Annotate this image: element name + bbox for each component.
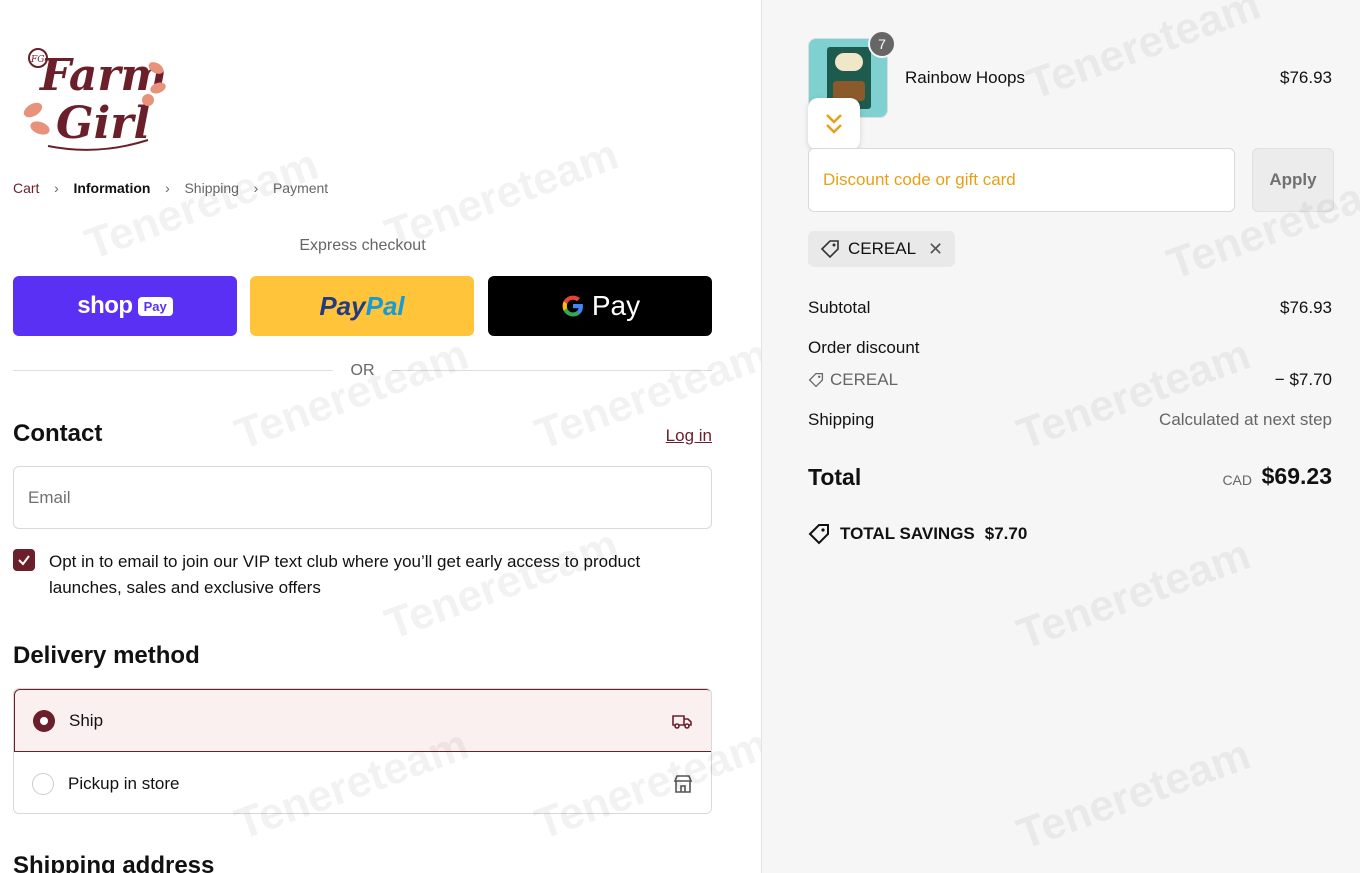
savings-tag-icon bbox=[808, 524, 829, 545]
double-chevron-down-icon bbox=[826, 114, 842, 134]
shop-pay-button[interactable]: shop Pay bbox=[13, 276, 237, 336]
contact-heading: Contact bbox=[13, 420, 103, 447]
watermark: Tenereteam bbox=[1010, 529, 1257, 660]
delivery-method-heading: Delivery method bbox=[13, 642, 200, 669]
product-name: Rainbow Hoops bbox=[905, 68, 1026, 87]
checkout-main: FG Farm Girl Cart › Information › Shippi… bbox=[0, 0, 775, 873]
shipping-label: Shipping bbox=[808, 410, 875, 429]
watermark: Tenereteam bbox=[1020, 0, 1267, 110]
checkmark-icon bbox=[18, 555, 30, 566]
delivery-option-pickup[interactable]: Pickup in store bbox=[14, 752, 711, 813]
breadcrumb-payment: Payment bbox=[272, 180, 329, 196]
shop-pay-badge: Pay bbox=[137, 296, 173, 316]
express-checkout-title: Express checkout bbox=[299, 237, 426, 254]
tag-icon bbox=[808, 372, 824, 388]
savings-label: TOTAL SAVINGS bbox=[840, 524, 975, 543]
currency-label: CAD bbox=[1222, 472, 1252, 488]
chevron-right-icon: › bbox=[54, 180, 59, 196]
farm-girl-logo-graphic: FG Farm Girl bbox=[23, 48, 167, 151]
order-summary: 7 Rainbow Hoops $76.93 Apply CEREAL ✕ Su… bbox=[761, 0, 1360, 873]
email-field[interactable] bbox=[13, 466, 712, 529]
total-savings: TOTAL SAVINGS $7.70 bbox=[808, 523, 1027, 545]
tag-icon bbox=[820, 240, 839, 259]
or-divider: OR bbox=[13, 360, 712, 382]
paypal-word-pal: Pal bbox=[365, 290, 405, 321]
quantity-badge: 7 bbox=[868, 30, 896, 58]
shop-pay-wordmark: shop bbox=[77, 292, 133, 319]
delivery-option-label: Ship bbox=[69, 710, 104, 730]
breadcrumb-information: Information bbox=[73, 180, 151, 196]
email-input[interactable] bbox=[14, 467, 711, 528]
shipping-value: Calculated at next step bbox=[1159, 410, 1332, 429]
breadcrumb-cart[interactable]: Cart bbox=[13, 180, 39, 196]
delivery-method-options: Ship Pickup in store bbox=[13, 688, 712, 814]
google-pay-button[interactable]: Pay bbox=[488, 276, 712, 336]
breadcrumb-shipping: Shipping bbox=[184, 180, 239, 196]
logo-text-farm: Farm bbox=[38, 50, 167, 101]
breadcrumb: Cart › Information › Shipping › Payment bbox=[13, 180, 328, 196]
or-label: OR bbox=[350, 362, 375, 379]
logo-text-girl: Girl bbox=[56, 98, 150, 149]
shipping-address-heading: Shipping address bbox=[13, 852, 215, 873]
radio-unselected[interactable] bbox=[32, 772, 54, 795]
discount-code-input[interactable] bbox=[809, 149, 1234, 211]
scroll-down-button[interactable] bbox=[808, 98, 860, 150]
watermark: Tenereteam bbox=[1010, 729, 1257, 860]
delivery-option-ship[interactable]: Ship bbox=[14, 689, 711, 752]
paypal-button[interactable]: PayPal bbox=[250, 276, 474, 336]
discount-code-label: CEREAL bbox=[830, 370, 899, 389]
product-price: $76.93 bbox=[1280, 68, 1332, 87]
store-icon bbox=[673, 774, 693, 793]
paypal-word-pay: Pay bbox=[319, 290, 366, 321]
truck-icon bbox=[672, 714, 692, 729]
brand-logo[interactable]: FG Farm Girl bbox=[18, 28, 168, 158]
paypal-wordmark: PayPal bbox=[319, 291, 404, 322]
chevron-right-icon: › bbox=[253, 180, 259, 196]
total-label: Total bbox=[808, 464, 862, 490]
delivery-option-label: Pickup in store bbox=[68, 773, 180, 793]
total-value: $69.23 bbox=[1261, 463, 1332, 489]
watermark: Tenereteam bbox=[228, 329, 475, 460]
discount-code-field[interactable] bbox=[808, 148, 1235, 212]
watermark: Tenereteam bbox=[1010, 329, 1257, 460]
subtotal-label: Subtotal bbox=[808, 298, 871, 317]
opt-in-label: Opt in to email to join our VIP text clu… bbox=[49, 552, 641, 597]
google-pay-label: Pay bbox=[591, 290, 641, 321]
chevron-right-icon: › bbox=[165, 180, 170, 196]
discount-value: − $7.70 bbox=[1274, 370, 1332, 389]
discount-code-row: CEREAL bbox=[808, 370, 898, 390]
apply-discount-button[interactable]: Apply bbox=[1252, 148, 1334, 212]
remove-discount-icon[interactable]: ✕ bbox=[928, 239, 943, 260]
applied-discount-code: CEREAL bbox=[848, 239, 917, 258]
applied-discount-chip: CEREAL ✕ bbox=[808, 231, 956, 267]
watermark: Tenereteam bbox=[528, 329, 775, 460]
subtotal-value: $76.93 bbox=[1280, 298, 1332, 317]
opt-in-checkbox[interactable] bbox=[13, 549, 35, 571]
google-g-icon bbox=[562, 295, 583, 317]
savings-value: $7.70 bbox=[984, 524, 1028, 543]
login-link[interactable]: Log in bbox=[666, 426, 712, 446]
radio-selected[interactable] bbox=[33, 709, 55, 732]
order-discount-label: Order discount bbox=[808, 338, 920, 357]
